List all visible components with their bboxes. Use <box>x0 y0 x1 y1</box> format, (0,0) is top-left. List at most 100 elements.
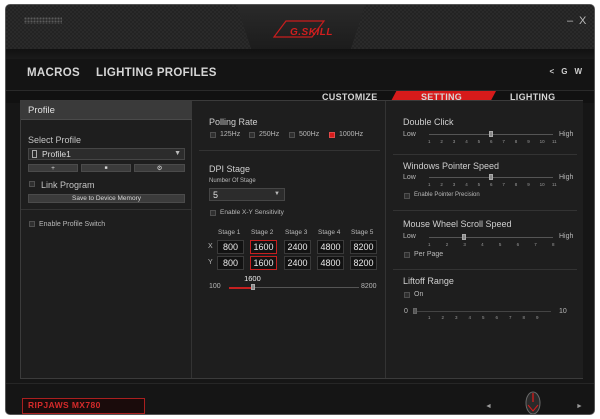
chevron-down-icon: ▼ <box>174 150 181 157</box>
polling-1000-radio[interactable] <box>329 132 335 138</box>
double-click-thumb[interactable] <box>489 131 493 137</box>
pointer-speed-tick: 4 <box>465 182 468 187</box>
pointer-speed-thumb[interactable] <box>489 174 493 180</box>
scroll-speed-tick: 4 <box>481 242 484 247</box>
mouse-options-panel: Double Click Low High Windows Pointer Sp… <box>387 101 583 378</box>
tab-macros[interactable]: MACROS <box>27 67 80 79</box>
close-button[interactable]: X <box>579 15 586 27</box>
scroll-speed-thumb[interactable] <box>462 234 467 240</box>
dpi-slider-value: 1600 <box>244 274 261 283</box>
add-profile-button[interactable]: + <box>28 164 78 172</box>
liftoff-tick: 6 <box>495 315 499 320</box>
profile-dropdown[interactable]: Profile1 ▼ <box>28 148 185 160</box>
stage-count-dropdown[interactable]: 5 ▼ <box>209 188 285 201</box>
save-to-device-button[interactable]: Save to Device Memory <box>28 194 185 203</box>
dpi-x-stage-1[interactable]: 800 <box>217 240 244 254</box>
liftoff-on-label: On <box>414 291 424 298</box>
delete-profile-button[interactable]: ■ <box>81 164 131 172</box>
liftoff-tick: 4 <box>468 315 472 320</box>
liftoff-min: 0 <box>404 308 408 315</box>
toolbar-icons: < G W <box>543 67 582 76</box>
dpi-x-stage-4[interactable]: 4800 <box>317 240 344 254</box>
app-window: G.SKILL – X MACROS LIGHTING PROFILES < G W… <box>5 4 595 415</box>
liftoff-tick: 8 <box>522 315 526 320</box>
enable-profile-switch-checkbox[interactable] <box>29 221 35 227</box>
profile-panel: Profile Select Profile Profile1 ▼ + ■ ⚙ … <box>21 101 192 378</box>
tab-lighting-profiles[interactable]: LIGHTING PROFILES <box>96 67 217 79</box>
liftoff-track <box>415 311 551 312</box>
dpi-slider-thumb[interactable] <box>251 284 256 290</box>
polling-rate-title: Polling Rate <box>209 117 258 127</box>
row-y-label: Y <box>208 259 213 266</box>
profile-dropdown-value: Profile1 <box>42 149 71 159</box>
nav-bar <box>6 59 594 91</box>
g-button[interactable]: G <box>561 67 567 76</box>
liftoff-tick: 1 <box>428 315 431 320</box>
double-click-tick: 7 <box>502 139 505 144</box>
link-program-checkbox[interactable] <box>29 181 35 187</box>
pointer-speed-tick: 9 <box>527 182 530 187</box>
liftoff-thumb[interactable] <box>413 308 417 314</box>
double-click-tick: 8 <box>514 139 518 144</box>
pointer-speed-title: Windows Pointer Speed <box>403 161 500 171</box>
polling-125-radio[interactable] <box>210 132 216 138</box>
polling-250-label: 250Hz <box>259 131 280 138</box>
dpi-slider-fill <box>229 287 254 289</box>
link-program-label: Link Program <box>41 180 95 190</box>
prev-device-button[interactable]: ◄ <box>485 403 492 410</box>
profile-divider <box>21 209 191 210</box>
double-click-tick: 9 <box>527 139 530 144</box>
dpi-y-stage-1[interactable]: 800 <box>217 256 244 270</box>
dpi-y-stage-5[interactable]: 8200 <box>350 256 377 270</box>
double-click-tick: 2 <box>440 139 443 144</box>
liftoff-tick: 2 <box>441 315 445 320</box>
dpi-x-stage-2[interactable]: 1600 <box>250 240 277 254</box>
scroll-speed-track <box>429 237 553 238</box>
share-icon[interactable]: < <box>550 67 555 76</box>
polling-250-radio[interactable] <box>249 132 255 138</box>
number-of-stage-label: Number Of Stage <box>209 178 256 184</box>
scroll-speed-tick: 6 <box>516 242 520 247</box>
double-click-tick: 1 <box>428 139 431 144</box>
dpi-y-stage-4[interactable]: 4800 <box>317 256 344 270</box>
pointer-speed-tick: 8 <box>514 182 518 187</box>
scroll-speed-tick: 2 <box>445 242 449 247</box>
profile-settings-button[interactable]: ⚙ <box>134 164 185 172</box>
row-x-label: X <box>208 243 213 250</box>
pointer-speed-low: Low <box>403 174 416 181</box>
double-click-tick: 6 <box>490 139 493 144</box>
grip-dots <box>24 17 62 24</box>
dpi-x-stage-5[interactable]: 8200 <box>350 240 377 254</box>
dpi-y-stage-2[interactable]: 1600 <box>250 256 277 270</box>
liftoff-max: 10 <box>559 308 567 315</box>
brand-logo-text: G.SKILL <box>290 27 333 38</box>
next-device-button[interactable]: ► <box>576 403 583 410</box>
minimize-button[interactable]: – <box>567 15 573 27</box>
per-page-checkbox[interactable] <box>404 252 410 258</box>
scroll-speed-tick: 8 <box>552 242 555 247</box>
pointer-precision-label: Enable Pointer Precision <box>414 192 480 198</box>
select-profile-label: Select Profile <box>28 135 82 145</box>
stage-count-value: 5 <box>213 190 219 200</box>
scroll-divider <box>393 269 577 270</box>
title-bar-lip <box>6 49 594 59</box>
scroll-speed-low: Low <box>403 233 416 240</box>
double-click-tick: 4 <box>465 139 468 144</box>
pointer-precision-checkbox[interactable] <box>404 193 410 199</box>
double-click-high: High <box>559 131 574 138</box>
polling-500-radio[interactable] <box>289 132 295 138</box>
stage-1-header: Stage 1 <box>218 229 241 236</box>
pointer-speed-tick: 10 <box>539 182 545 187</box>
pointer-divider <box>393 210 577 211</box>
w-button[interactable]: W <box>574 67 582 76</box>
stage-2-header: Stage 2 <box>251 229 274 236</box>
dpi-y-stage-3[interactable]: 2400 <box>284 256 311 270</box>
enable-xy-sensitivity-checkbox[interactable] <box>210 210 216 216</box>
double-click-tick: 11 <box>552 139 557 144</box>
double-click-divider <box>393 154 577 155</box>
pointer-speed-tick: 6 <box>490 182 493 187</box>
polling-500-label: 500Hz <box>299 131 320 138</box>
dpi-x-stage-3[interactable]: 2400 <box>284 240 311 254</box>
enable-xy-sensitivity-label: Enable X-Y Sensitivity <box>220 209 284 216</box>
liftoff-on-checkbox[interactable] <box>404 292 410 298</box>
